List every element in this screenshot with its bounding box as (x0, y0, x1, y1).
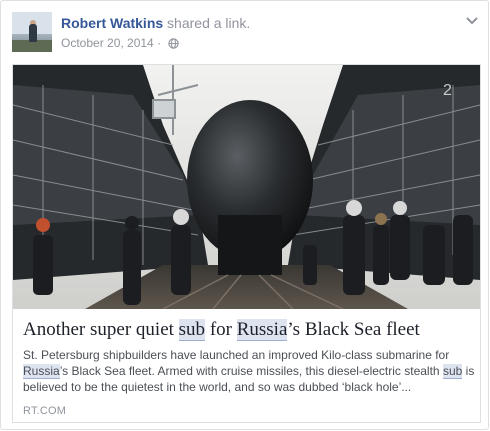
post-action-text: shared a link. (167, 15, 251, 31)
highlight-term: Russia (236, 319, 288, 341)
link-preview-image[interactable]: 2 (13, 65, 480, 309)
post-header: Robert Watkins shared a link. (61, 14, 250, 32)
link-title[interactable]: Another super quiet sub for Russia’s Bla… (23, 319, 473, 341)
chevron-down-icon[interactable] (465, 13, 479, 25)
highlight-term: Russia (23, 364, 60, 379)
submarine-photo: 2 (13, 65, 480, 309)
highlight-term: sub (178, 319, 206, 341)
post-date-link[interactable]: October 20, 2014 (61, 36, 154, 50)
link-domain: RT.COM (23, 405, 67, 417)
globe-icon[interactable] (168, 37, 180, 53)
post-card: Robert Watkins shared a link. October 20… (0, 0, 489, 430)
link-preview[interactable]: 2 Another super quiet sub for Russia’s B… (12, 64, 481, 423)
meta-separator: · (157, 36, 162, 50)
author-name-link[interactable]: Robert Watkins (61, 15, 163, 31)
svg-text:2: 2 (443, 82, 452, 99)
highlight-term: sub (442, 364, 463, 379)
link-description: St. Petersburg shipbuilders have launche… (23, 348, 475, 394)
avatar[interactable] (12, 12, 52, 52)
post-meta: October 20, 2014 · (61, 35, 180, 53)
